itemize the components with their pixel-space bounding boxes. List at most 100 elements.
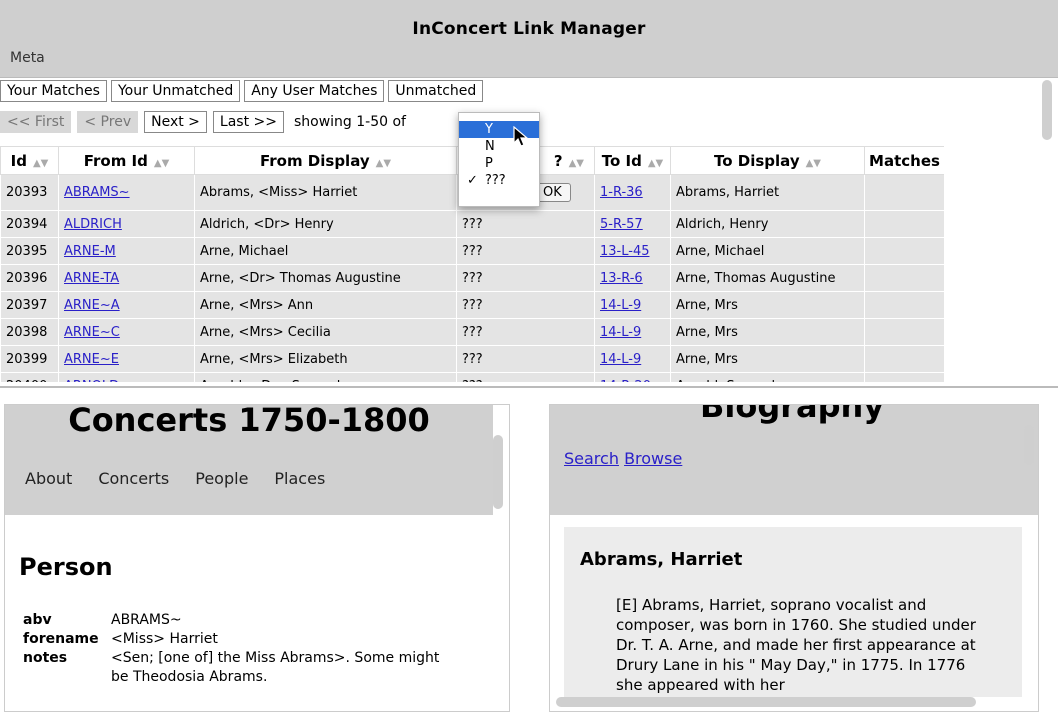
to-id-link[interactable]: 1-R-36: [600, 185, 643, 200]
from-id-link[interactable]: ABRAMS~: [64, 185, 130, 200]
to-id-link[interactable]: 13-L-45: [600, 244, 649, 259]
tab-your-matches[interactable]: Your Matches: [0, 80, 107, 102]
top-scrollbar[interactable]: [1042, 80, 1052, 140]
from-id-link[interactable]: ARNE-M: [64, 244, 116, 259]
to-display-cell: Arne, Mrs: [670, 345, 865, 373]
tab-your-unmatched[interactable]: Your Unmatched: [110, 80, 241, 102]
row-id: 20397: [0, 291, 59, 319]
nav-about[interactable]: About: [25, 469, 72, 488]
from-id-link[interactable]: ARNE-TA: [64, 271, 119, 286]
to-id-link[interactable]: 14-L-9: [600, 325, 641, 340]
from-display-cell: Arne, <Dr> Thomas Augustine: [194, 264, 457, 292]
app-window: InConcert Link Manager Meta Your Matches…: [0, 0, 1058, 720]
to-id-cell: 14-L-9: [594, 345, 671, 373]
to-id-link[interactable]: 14-L-9: [600, 298, 641, 313]
to-display-cell: Arne, Mrs: [670, 291, 865, 319]
col-matches[interactable]: Matches: [864, 146, 944, 175]
row-id: 20399: [0, 345, 59, 373]
to-id-link[interactable]: 14-L-9: [600, 352, 641, 367]
detail-key: forename: [23, 631, 99, 647]
col-from-display[interactable]: From Display ▲▼: [194, 146, 457, 175]
person-details: abv ABRAMS~ forename <Miss> Harriet notes <…: [23, 611, 441, 687]
to-display-cell: Arne, Mrs: [670, 318, 865, 346]
tab-unmatched[interactable]: Unmatched: [388, 80, 484, 102]
match-status-select[interactable]: ???: [456, 318, 595, 346]
sort-icon: ▲▼: [153, 157, 170, 169]
biography-card: Abrams, Harriet [E] Abrams, Harriet, sop…: [564, 527, 1022, 697]
to-display-cell: Arnold, Samuel: [670, 372, 865, 382]
match-status-select[interactable]: ???: [456, 237, 595, 265]
from-display-cell: Abrams, <Miss> Harriet: [194, 174, 457, 211]
row-id: 20398: [0, 318, 59, 346]
from-id-link[interactable]: ARNE~A: [64, 298, 120, 313]
detail-value: <Sen; [one of] the Miss Abrams>. Some mi…: [111, 650, 440, 685]
col-to-display[interactable]: To Display ▲▼: [670, 146, 865, 175]
pane-divider[interactable]: [0, 386, 1058, 404]
nav-concerts[interactable]: Concerts: [98, 469, 169, 488]
tab-any-user-matches[interactable]: Any User Matches: [244, 80, 385, 102]
from-id-cell: ARNE-M: [58, 237, 195, 265]
col-id[interactable]: Id ▲▼: [0, 146, 59, 175]
from-id-link[interactable]: ARNE~C: [64, 325, 120, 340]
to-id-link[interactable]: 13-R-6: [600, 271, 643, 286]
row-id: 20393: [0, 174, 59, 211]
from-display-cell: Arne, <Mrs> Elizabeth: [194, 345, 457, 373]
match-status-select[interactable]: ???: [456, 264, 595, 292]
from-id-link[interactable]: ALDRICH: [64, 217, 122, 232]
match-status-select[interactable]: ???: [456, 372, 595, 382]
to-display-cell: Abrams, Harriet: [670, 174, 865, 211]
table-row: 20396 ARNE-TA Arne, <Dr> Thomas Augustin…: [0, 264, 944, 292]
source-scrollbar[interactable]: [493, 435, 503, 509]
first-page-button[interactable]: << First: [0, 111, 72, 133]
sort-icon: ▲▼: [32, 157, 49, 169]
option-unknown[interactable]: ✓???: [459, 172, 539, 189]
target-header: Biography Search Browse: [550, 404, 1038, 515]
source-header: Concerts 1750-1800 About Concerts People…: [5, 405, 493, 515]
match-status-select[interactable]: ???: [456, 291, 595, 319]
option-p[interactable]: P: [459, 155, 539, 172]
to-id-link[interactable]: 5-R-57: [600, 217, 643, 232]
from-id-cell: ARNOLD: [58, 372, 195, 383]
to-id-cell: 14-L-9: [594, 318, 671, 346]
from-id-cell: ARNE~E: [58, 345, 195, 373]
to-id-cell: 14-R-20: [594, 372, 671, 383]
last-page-button[interactable]: Last >>: [212, 111, 284, 133]
nav-places[interactable]: Places: [274, 469, 325, 488]
match-status-select[interactable]: ???: [456, 210, 595, 238]
table-row: 20399 ARNE~E Arne, <Mrs> Elizabeth ??? 1…: [0, 345, 944, 373]
matches-cell: [864, 264, 944, 292]
matches-cell: [864, 318, 944, 346]
target-scrollbar[interactable]: [1024, 425, 1034, 465]
from-id-cell: ARNE~A: [58, 291, 195, 319]
target-site-title: Biography: [700, 404, 885, 425]
from-id-cell: ARNE~C: [58, 318, 195, 346]
prev-page-button[interactable]: < Prev: [77, 111, 139, 133]
target-horizontal-scrollbar[interactable]: [556, 697, 976, 707]
row-id: 20395: [0, 237, 59, 265]
sort-icon: ▲▼: [805, 157, 821, 169]
to-id-link[interactable]: 14-R-20: [600, 379, 651, 383]
to-display-cell: Arne, Thomas Augustine: [670, 264, 865, 292]
detail-value: ABRAMS~: [111, 612, 182, 628]
from-id-link[interactable]: ARNE~E: [64, 352, 119, 367]
matches-cell: [864, 345, 944, 373]
nav-people[interactable]: People: [195, 469, 248, 488]
to-display-cell: Aldrich, Henry: [670, 210, 865, 238]
table-row: 20398 ARNE~C Arne, <Mrs> Cecilia ??? 14-…: [0, 318, 944, 346]
target-links: Search Browse: [564, 449, 682, 468]
browse-link[interactable]: Browse: [624, 449, 682, 468]
match-status-select[interactable]: ???: [456, 345, 595, 373]
detail-key: notes: [23, 650, 68, 666]
col-to-id[interactable]: To Id ▲▼: [594, 146, 671, 175]
filter-tabs: Your Matches Your Unmatched Any User Mat…: [0, 80, 484, 102]
next-page-button[interactable]: Next >: [144, 111, 207, 133]
search-link[interactable]: Search: [564, 449, 619, 468]
to-id-cell: 5-R-57: [594, 210, 671, 238]
meta-menu[interactable]: Meta: [10, 50, 45, 66]
sort-icon: ▲▼: [568, 157, 584, 169]
col-from-id[interactable]: From Id ▲▼: [58, 146, 195, 175]
to-id-cell: 14-L-9: [594, 291, 671, 319]
from-id-link[interactable]: ARNOLD: [64, 379, 119, 383]
pager: << First < Prev Next > Last >> showing 1…: [0, 110, 406, 134]
matches-cell: [864, 237, 944, 265]
